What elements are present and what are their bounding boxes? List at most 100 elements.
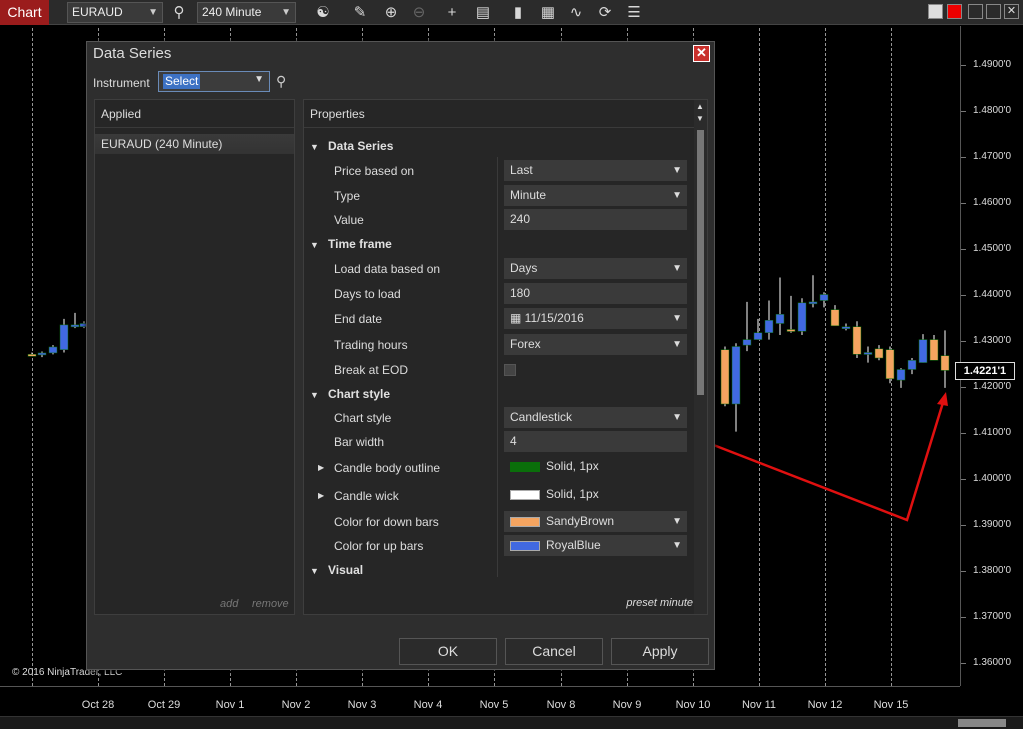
- down-candle: [874, 348, 884, 359]
- break-at-eod-checkbox[interactable]: [504, 364, 516, 376]
- prop-label-price-based-on: Price based on: [334, 164, 415, 178]
- price-tick-label: 1.4300'0: [973, 335, 1012, 346]
- category-data-series[interactable]: ▼ Data Series: [310, 139, 393, 153]
- price-tick-label: 1.4400'0: [973, 289, 1012, 300]
- arrow-head-right: [937, 392, 948, 406]
- up-candle: [918, 339, 928, 363]
- price-axis[interactable]: 1.4900'0 1.4800'0 1.4700'0 1.4600'0 1.4500'0…: [960, 26, 1023, 686]
- price-based-on-dropdown[interactable]: Last ▼: [504, 160, 687, 181]
- price-tick-mark: [961, 111, 966, 112]
- add-link[interactable]: add: [220, 598, 238, 610]
- price-tick-label: 1.3900'0: [973, 519, 1012, 530]
- up-candle: [841, 326, 851, 329]
- up-candle: [863, 352, 873, 355]
- prop-label-candle-body-outline[interactable]: ▶ Candle body outline: [318, 461, 441, 475]
- price-tick-mark: [961, 157, 966, 158]
- time-tick-label: Nov 3: [347, 699, 377, 711]
- chevron-down-icon: ▼: [672, 313, 682, 324]
- prop-label-text: Candle body outline: [334, 461, 441, 475]
- time-tick-label: Nov 5: [479, 699, 509, 711]
- time-tick-label: Nov 10: [675, 699, 711, 711]
- prop-label-value: Value: [334, 213, 364, 227]
- expand-triangle-icon: ▶: [318, 491, 325, 500]
- close-icon[interactable]: ✕: [693, 45, 710, 62]
- dialog-title: Data Series: [93, 45, 172, 62]
- time-tick-label: Oct 29: [147, 699, 181, 711]
- dropdown-value: SandyBrown: [546, 514, 615, 528]
- search-icon[interactable]: ⚲: [276, 73, 294, 91]
- cancel-button[interactable]: Cancel: [505, 638, 603, 665]
- prop-label-days-to-load: Days to load: [334, 287, 401, 301]
- applied-header: Applied: [95, 100, 294, 128]
- prop-label-color-down-bars: Color for down bars: [334, 515, 439, 529]
- applied-list-item[interactable]: EURAUD (240 Minute): [95, 134, 294, 154]
- category-visual[interactable]: ▼ Visual: [310, 563, 363, 577]
- down-candle: [720, 349, 730, 405]
- candle-body-outline-value[interactable]: Solid, 1px: [504, 456, 687, 477]
- trading-hours-dropdown[interactable]: Forex ▼: [504, 334, 687, 355]
- chevron-down-icon: ▼: [672, 540, 682, 551]
- date-value: 11/15/2016: [524, 311, 584, 325]
- ok-button[interactable]: OK: [399, 638, 497, 665]
- apply-button[interactable]: Apply: [611, 638, 709, 665]
- up-candle: [907, 360, 917, 370]
- up-candle: [819, 294, 829, 301]
- category-label: Data Series: [328, 139, 394, 153]
- days-to-load-input[interactable]: 180: [504, 283, 687, 304]
- preset-link[interactable]: preset minute: [626, 597, 693, 609]
- price-tick-mark: [961, 203, 966, 204]
- price-tick-mark: [961, 663, 966, 664]
- category-chart-style[interactable]: ▼ Chart style: [310, 387, 390, 401]
- scroll-down-icon[interactable]: ▼: [696, 114, 704, 123]
- load-data-based-on-dropdown[interactable]: Days ▼: [504, 258, 687, 279]
- time-tick-label: Nov 8: [546, 699, 576, 711]
- candle-wick-value[interactable]: Solid, 1px: [504, 484, 687, 505]
- chart-style-dropdown[interactable]: Candlestick ▼: [504, 407, 687, 428]
- properties-header: Properties: [304, 100, 707, 128]
- down-candle: [940, 355, 950, 371]
- time-tick-label: Nov 11: [741, 699, 777, 711]
- down-candle: [27, 354, 37, 357]
- chevron-down-icon: ▼: [672, 516, 682, 527]
- price-tick-mark: [961, 571, 966, 572]
- dropdown-value: Last: [510, 163, 533, 177]
- time-axis[interactable]: Oct 28 Oct 29 Nov 1 Nov 2 Nov 3 Nov 4 Nov 5 Nov…: [0, 686, 960, 716]
- type-dropdown[interactable]: Minute ▼: [504, 185, 687, 206]
- horizontal-scrollbar[interactable]: [0, 716, 1023, 729]
- category-label: Visual: [328, 563, 364, 577]
- price-tick-mark: [961, 617, 966, 618]
- bar-width-input[interactable]: 4: [504, 431, 687, 452]
- color-up-bars-dropdown[interactable]: RoyalBlue ▼: [504, 535, 687, 556]
- down-candle: [852, 326, 862, 355]
- collapse-triangle-icon: ▼: [310, 142, 319, 152]
- dropdown-value: Minute: [510, 188, 547, 202]
- up-candle: [37, 352, 47, 356]
- up-candle: [753, 332, 763, 340]
- up-candle: [742, 339, 752, 346]
- price-tick-label: 1.4800'0: [973, 105, 1012, 116]
- category-label: Chart style: [328, 387, 391, 401]
- prop-label-candle-wick[interactable]: ▶ Candle wick: [318, 489, 399, 503]
- price-tick-mark: [961, 433, 966, 434]
- color-down-bars-dropdown[interactable]: SandyBrown ▼: [504, 511, 687, 532]
- end-date-picker[interactable]: ▦ 11/15/2016 ▼: [504, 308, 687, 329]
- remove-link[interactable]: remove: [252, 598, 289, 610]
- price-tick-mark: [961, 341, 966, 342]
- price-tick-mark: [961, 525, 966, 526]
- chevron-down-icon: ▼: [672, 412, 682, 423]
- price-tick-mark: [961, 249, 966, 250]
- scrollbar-thumb[interactable]: [958, 719, 1006, 727]
- price-tick-mark: [961, 387, 966, 388]
- properties-scrollbar[interactable]: ▲ ▼: [694, 100, 707, 614]
- category-time-frame[interactable]: ▼ Time frame: [310, 237, 392, 251]
- current-price-marker: 1.4221'1: [955, 362, 1015, 380]
- value-input[interactable]: 240: [504, 209, 687, 230]
- collapse-triangle-icon: ▼: [310, 240, 319, 250]
- prop-label-load-data-based-on: Load data based on: [334, 262, 441, 276]
- prop-label-bar-width: Bar width: [334, 435, 385, 449]
- instrument-dropdown[interactable]: Select ▼: [158, 71, 270, 92]
- price-tick-label: 1.4000'0: [973, 473, 1012, 484]
- scroll-up-icon[interactable]: ▲: [696, 102, 704, 111]
- scrollbar-thumb[interactable]: [697, 130, 704, 395]
- dropdown-value: Forex: [510, 337, 541, 351]
